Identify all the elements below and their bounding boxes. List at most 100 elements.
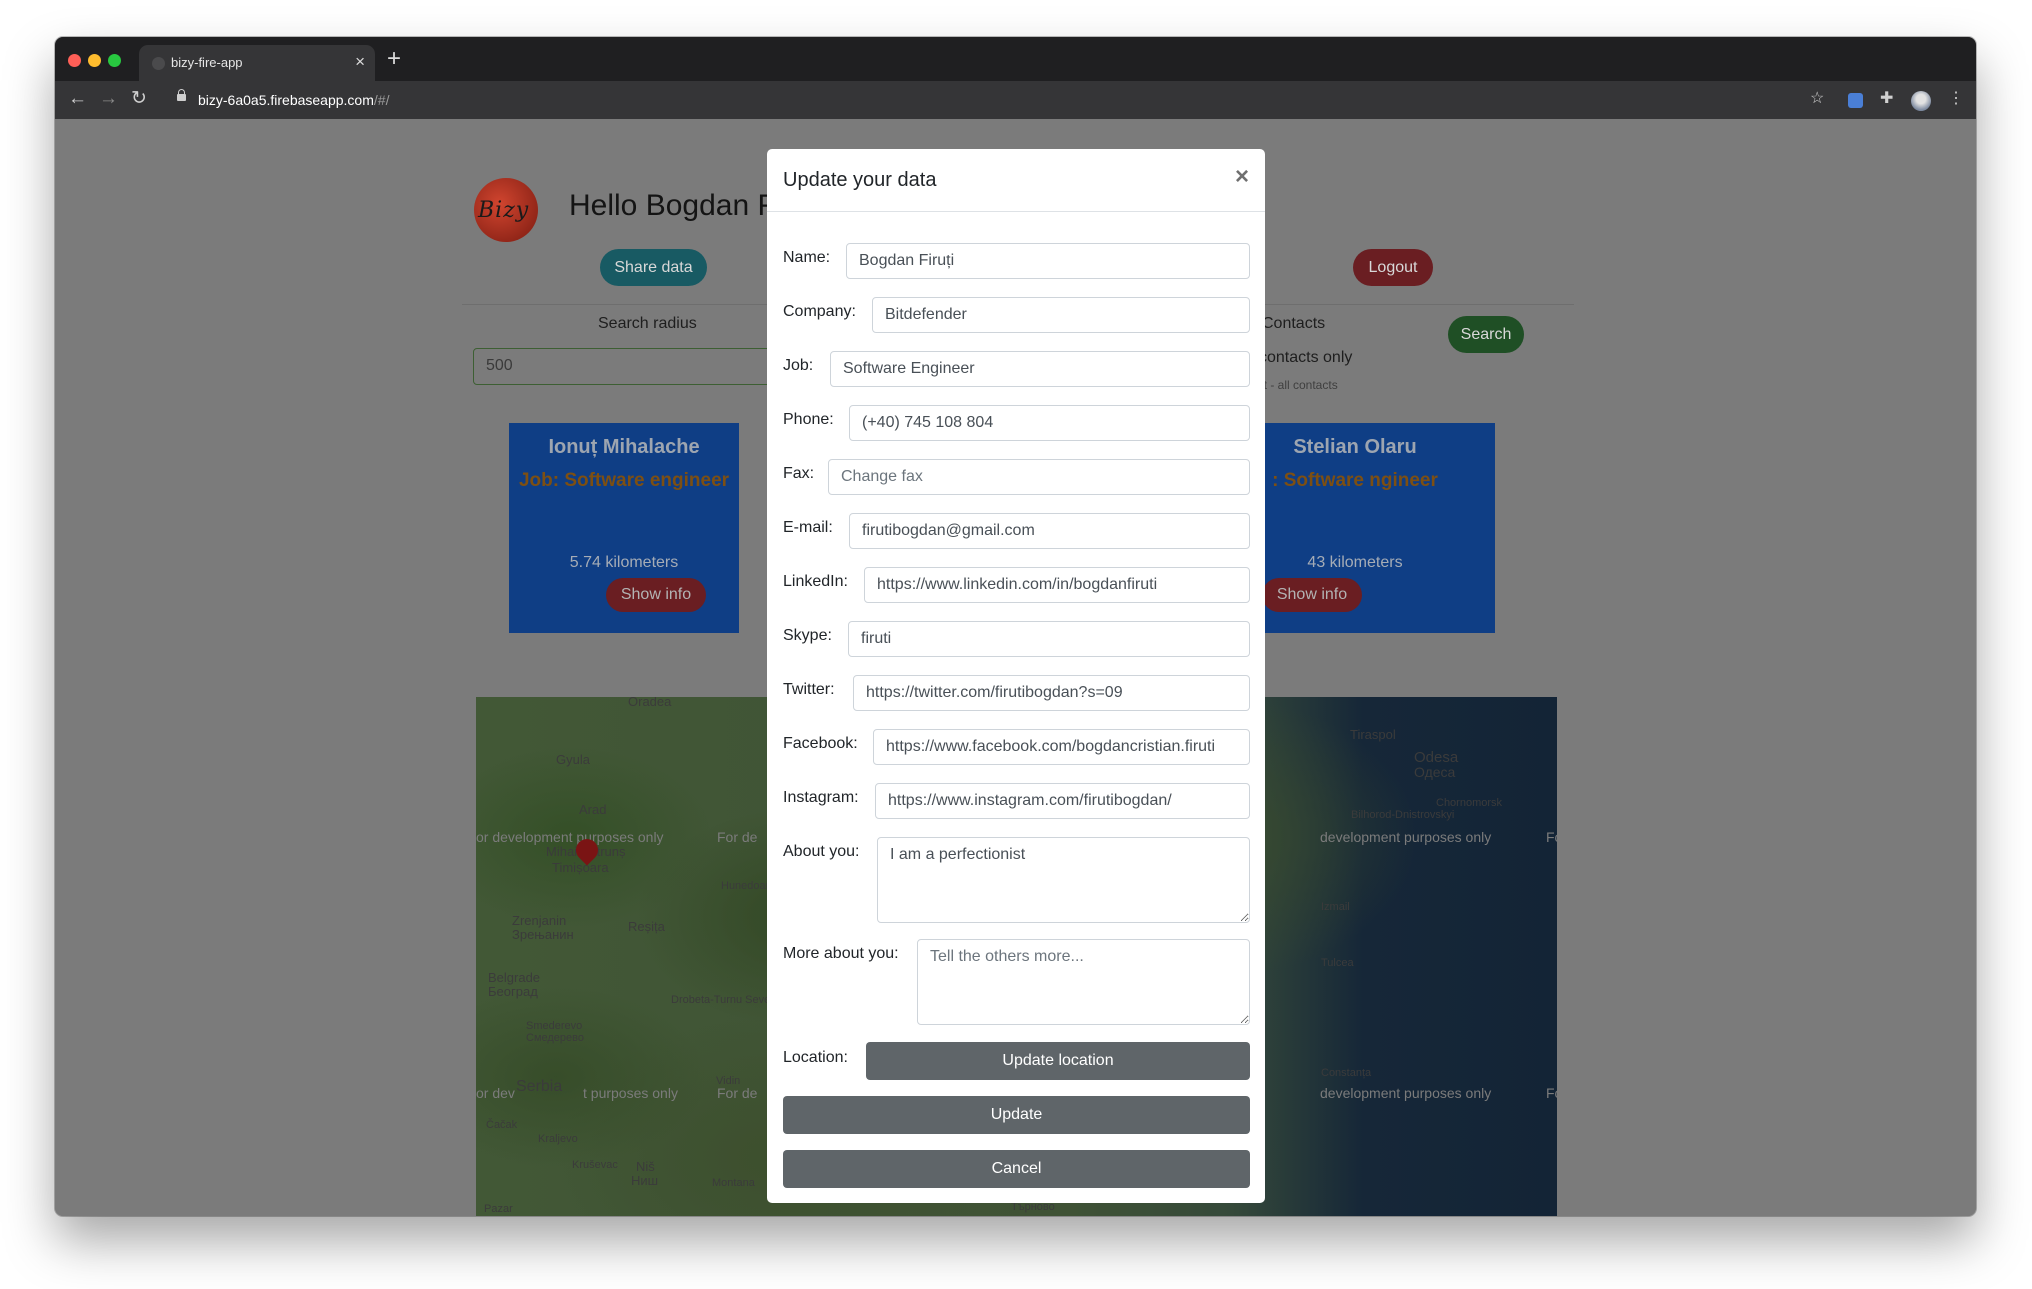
map-place-label: Reșița xyxy=(628,919,665,934)
map-place-label: Ниш xyxy=(631,1173,659,1188)
company-label: Company: xyxy=(783,303,856,320)
translate-extension-icon[interactable] xyxy=(1848,93,1863,108)
share-data-button[interactable]: Share data xyxy=(600,249,707,286)
contact-card: Stelian Olaru : Software ngineer 43 kilo… xyxy=(1262,423,1495,633)
map-place-label: Izmail xyxy=(1321,901,1350,913)
minimize-window-button[interactable] xyxy=(88,54,101,67)
dev-watermark: or development purposes only xyxy=(476,829,664,845)
map-place-label: Смедерево xyxy=(526,1032,584,1044)
lock-icon xyxy=(177,89,186,101)
job-input[interactable] xyxy=(830,351,1250,387)
about-textarea[interactable]: I am a perfectionist xyxy=(877,837,1250,923)
update-data-modal: Update your data × Name: Company: Job: P… xyxy=(767,149,1265,1203)
page-content: Bizy Hello Bogdan F Share data Logout Se… xyxy=(55,119,1976,1216)
map-place-label: Belgrade xyxy=(488,970,541,985)
extensions-puzzle-icon[interactable]: ✚ xyxy=(1880,91,1893,107)
maximize-window-button[interactable] xyxy=(108,54,121,67)
show-info-button[interactable]: Show info xyxy=(606,578,706,612)
modal-header: Update your data × xyxy=(767,149,1265,212)
dev-watermark: For de xyxy=(717,1085,758,1101)
contact-job: Job: Software engineer xyxy=(518,470,730,491)
job-label: Job: xyxy=(783,357,814,374)
close-icon[interactable]: × xyxy=(1235,165,1249,189)
tab-close-icon[interactable]: × xyxy=(355,53,365,70)
map-place-label: Одеса xyxy=(1414,764,1456,780)
map-place-label: Montana xyxy=(712,1177,755,1189)
map-place-label: Drobeta-Turnu Severin xyxy=(671,994,783,1006)
email-label: E-mail: xyxy=(783,519,833,536)
tab-bar: bizy-fire-app × + xyxy=(55,37,1976,81)
dev-watermark: t purposes only xyxy=(583,1085,678,1101)
map-place-label: Čačak xyxy=(486,1119,518,1131)
url-path: /#/ xyxy=(373,92,390,108)
dev-watermark: For devel xyxy=(1546,1085,1557,1101)
map-place-label: Constanța xyxy=(1321,1067,1372,1079)
map-place-label: Chornomorsk xyxy=(1436,797,1503,809)
name-input[interactable] xyxy=(846,243,1250,279)
about-label: About you: xyxy=(783,843,860,860)
search-radius-input[interactable]: 500 xyxy=(473,348,775,385)
contacts-hint: lt - all contacts xyxy=(1261,378,1338,392)
phone-label: Phone: xyxy=(783,411,834,428)
instagram-input[interactable] xyxy=(875,783,1250,819)
map-place-label: Tiraspol xyxy=(1350,727,1396,742)
reload-icon[interactable]: ↻ xyxy=(131,89,147,108)
forward-icon[interactable]: → xyxy=(99,89,118,108)
map-place-label: Pazar xyxy=(484,1203,513,1215)
search-button[interactable]: Search xyxy=(1448,316,1524,353)
back-icon[interactable]: ← xyxy=(68,89,87,108)
contact-distance: 5.74 kilometers xyxy=(569,554,679,571)
contact-job: : Software ngineer xyxy=(1272,470,1438,491)
url-host: bizy-6a0a5.firebaseapp.com xyxy=(198,92,374,108)
twitter-input[interactable] xyxy=(853,675,1250,711)
update-button[interactable]: Update xyxy=(783,1096,1250,1134)
dev-watermark: or dev xyxy=(476,1085,515,1101)
address-bar[interactable]: bizy-6a0a5.firebaseapp.com/#/ xyxy=(198,92,389,108)
bookmark-star-icon[interactable]: ☆ xyxy=(1810,91,1824,107)
linkedin-input[interactable] xyxy=(864,567,1250,603)
phone-input[interactable] xyxy=(849,405,1250,441)
greeting-heading: Hello Bogdan F xyxy=(569,189,776,222)
browser-toolbar: ← → ↻ bizy-6a0a5.firebaseapp.com/#/ ☆ ✚ … xyxy=(55,81,1976,120)
search-radius-label: Search radius xyxy=(598,315,697,332)
fax-input[interactable] xyxy=(828,459,1250,495)
fax-label: Fax: xyxy=(783,465,815,482)
update-location-button[interactable]: Update location xyxy=(866,1042,1250,1080)
browser-tab[interactable]: bizy-fire-app × xyxy=(139,45,375,81)
show-info-button[interactable]: Show info xyxy=(1262,578,1362,612)
map-place-label: Bilhorod-Dnistrovskyi xyxy=(1351,809,1455,821)
email-input[interactable] xyxy=(849,513,1250,549)
new-tab-icon[interactable]: + xyxy=(387,47,401,71)
search-radius-value: 500 xyxy=(486,357,513,374)
name-label: Name: xyxy=(783,249,831,266)
map-place-label: Београд xyxy=(488,984,538,999)
location-label: Location: xyxy=(783,1049,848,1066)
logo-text: Bizy xyxy=(478,198,530,223)
profile-avatar-icon[interactable] xyxy=(1911,91,1931,111)
bizy-logo: Bizy xyxy=(474,178,538,242)
contacts-only-option[interactable]: contacts only xyxy=(1259,349,1352,367)
twitter-label: Twitter: xyxy=(783,681,835,698)
dev-watermark: For de xyxy=(717,829,758,845)
skype-input[interactable] xyxy=(848,621,1250,657)
close-window-button[interactable] xyxy=(68,54,81,67)
company-input[interactable] xyxy=(872,297,1250,333)
map-place-label: Kruševac xyxy=(572,1159,618,1171)
linkedin-label: LinkedIn: xyxy=(783,573,848,590)
facebook-input[interactable] xyxy=(873,729,1250,765)
map-place-label: Arad xyxy=(579,802,607,817)
map-place-label: Oradea xyxy=(628,697,672,709)
menu-kebab-icon[interactable]: ⋮ xyxy=(1948,91,1964,107)
contact-distance: 43 kilometers xyxy=(1307,554,1403,571)
map-place-label: Timișoara xyxy=(552,860,609,875)
more-about-textarea[interactable] xyxy=(917,939,1250,1025)
map-place-label: Kraljevo xyxy=(538,1133,578,1145)
logout-button[interactable]: Logout xyxy=(1353,249,1433,286)
cancel-button[interactable]: Cancel xyxy=(783,1150,1250,1188)
contact-name: Ionuț Mihalache xyxy=(548,436,700,458)
map-place-label: Gyula xyxy=(556,752,590,767)
dev-watermark: development purposes only xyxy=(1320,829,1492,845)
map-place-label: Зрењанин xyxy=(512,927,574,942)
more-about-label: More about you: xyxy=(783,945,899,962)
map-place-label: Serbia xyxy=(516,1078,563,1095)
